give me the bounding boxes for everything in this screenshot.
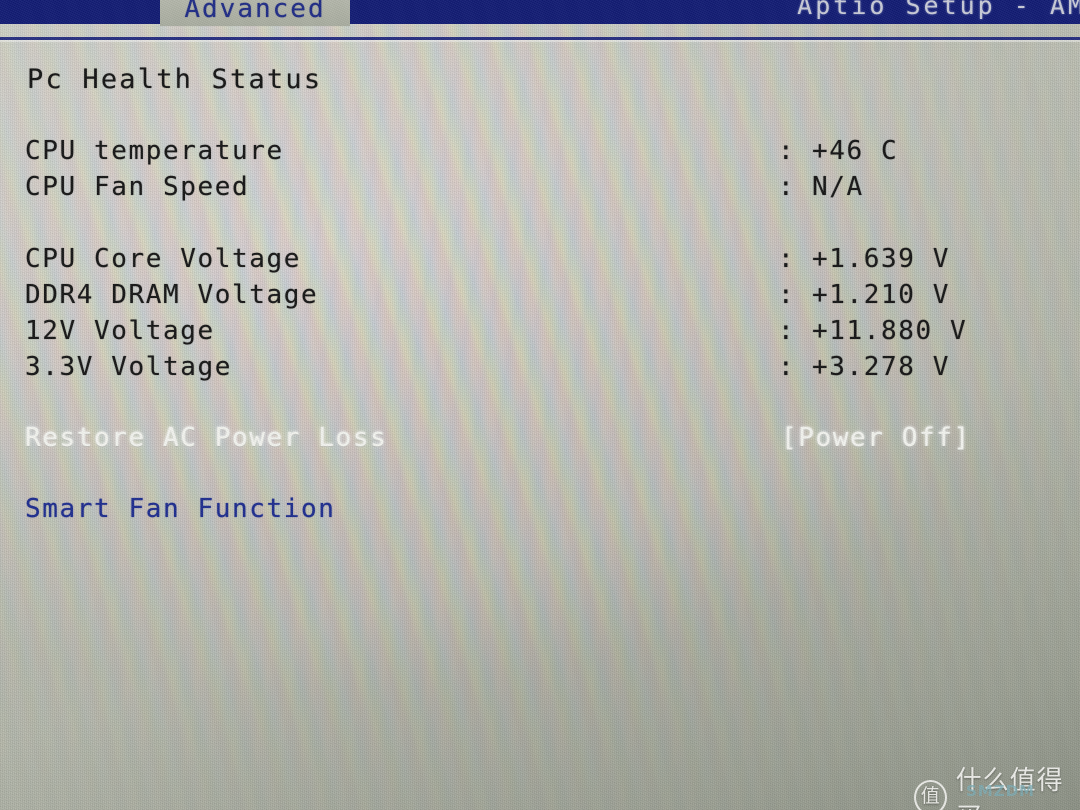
tab-advanced-label: Advanced (184, 0, 326, 24)
health-status-list: CPU temperature : +46 C CPU Fan Speed : … (0, 136, 1080, 530)
row-label: CPU temperature (25, 136, 284, 166)
table-row: 12V Voltage : +11.880 V (0, 316, 1080, 352)
table-row: DDR4 DRAM Voltage : +1.210 V (0, 280, 1080, 316)
row-value: +3.278 V (812, 352, 951, 382)
row-separator: : (778, 136, 794, 166)
row-separator: : (778, 172, 794, 202)
row-separator: : (778, 352, 794, 382)
table-row: CPU Core Voltage : +1.639 V (0, 244, 1080, 280)
row-separator: : (778, 280, 794, 310)
row-label: 3.3V Voltage (25, 352, 233, 382)
table-row: CPU Fan Speed : N/A (0, 172, 1080, 244)
row-label: CPU Fan Speed (25, 172, 250, 202)
watermark: 值 什么值得买 SMZDM (914, 760, 1080, 810)
row-separator: : (778, 244, 794, 274)
setting-value[interactable]: [Power Off] (781, 423, 971, 453)
table-row: 3.3V Voltage : +3.278 V (0, 352, 1080, 423)
watermark-ghost-text: SMZDM (966, 782, 1035, 800)
table-row: CPU temperature : +46 C (0, 136, 1080, 172)
setup-utility-title: Aptio Setup - AM (797, 0, 1080, 20)
row-label: 12V Voltage (25, 316, 215, 346)
row-value: N/A (812, 172, 864, 202)
row-label: CPU Core Voltage (25, 244, 302, 274)
setting-label: Restore AC Power Loss (25, 423, 388, 453)
page-title: Pc Health Status (27, 64, 323, 95)
submenu-label: Smart Fan Function (25, 494, 336, 524)
row-value: +11.880 V (812, 316, 968, 346)
menu-separator-glow (0, 40, 1080, 42)
setting-restore-ac-power-loss[interactable]: Restore AC Power Loss [Power Off] (0, 423, 1080, 494)
smzdm-logo-icon: 值 (914, 779, 947, 810)
row-value: +1.210 V (812, 280, 951, 310)
row-value: +1.639 V (812, 244, 951, 274)
row-separator: : (778, 316, 794, 346)
row-label: DDR4 DRAM Voltage (25, 280, 319, 310)
submenu-smart-fan-function[interactable]: Smart Fan Function (0, 494, 1080, 530)
row-value: +46 C (812, 136, 899, 166)
bios-setup-screen: Aptio Setup - AM Advanced Pc Health Stat… (0, 0, 1080, 810)
